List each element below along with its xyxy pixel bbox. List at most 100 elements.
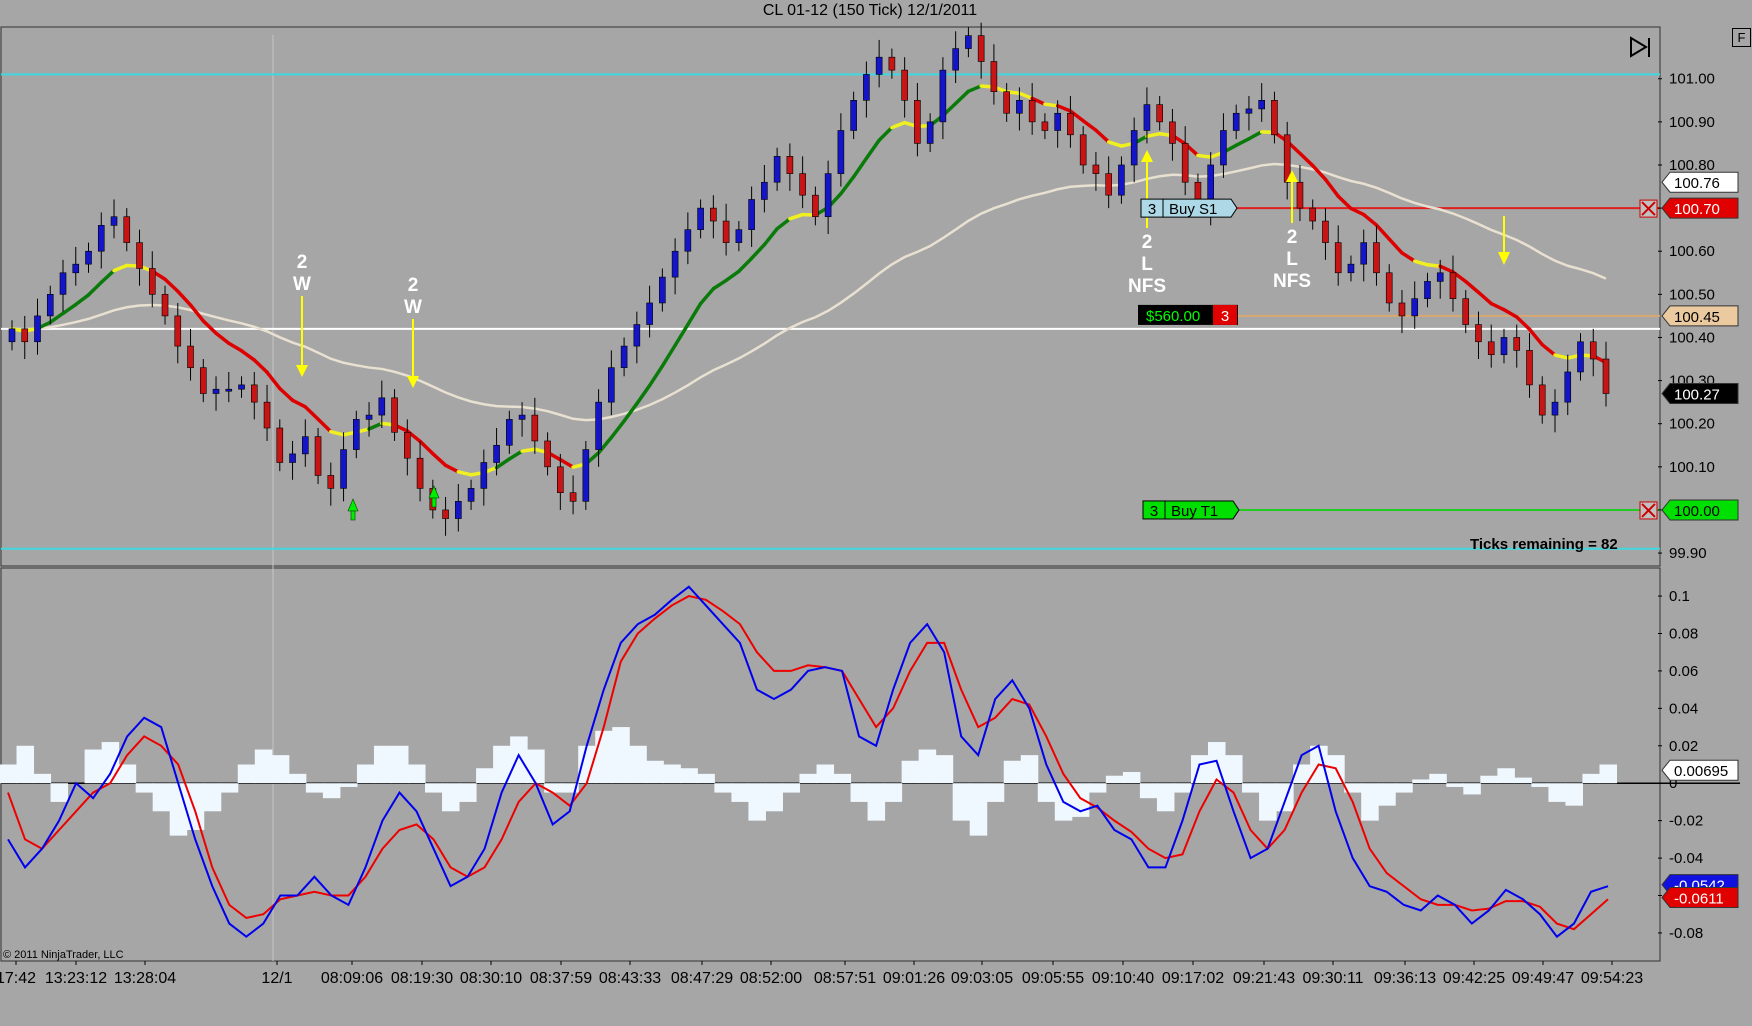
histogram-bar <box>986 783 1005 802</box>
candle-body <box>46 294 54 317</box>
price-tick-label: 100.60 <box>1669 243 1715 260</box>
fast-ma-segment <box>303 405 320 421</box>
candle-body <box>544 440 551 468</box>
histogram-bar <box>1446 783 1464 787</box>
histogram-bar <box>1003 760 1022 784</box>
candle-body <box>225 388 233 392</box>
fast-ma-segment <box>418 439 435 456</box>
fast-ma-segment <box>839 175 856 196</box>
indicator-tick-label: 0.02 <box>1669 738 1698 755</box>
histogram-bar <box>33 773 52 784</box>
fast-ma-segment <box>278 386 295 403</box>
fast-ma-segment <box>711 278 728 291</box>
histogram-bar <box>169 783 188 836</box>
time-axis-label: 12/1 <box>261 970 292 987</box>
fast-ma-segment <box>1094 128 1111 144</box>
candle-body <box>850 100 857 131</box>
histogram-bar <box>1361 783 1379 821</box>
candle-body <box>416 457 424 489</box>
fast-ma-segment <box>1043 102 1060 108</box>
indicator-tick-label: -0.04 <box>1669 850 1703 867</box>
time-axis-label: 17:42 <box>0 970 36 987</box>
fast-ma-segment <box>201 319 218 335</box>
time-axis-label: 08:52:00 <box>740 970 802 987</box>
time-axis-label: 13:23:12 <box>45 970 107 987</box>
candle-body <box>276 427 284 463</box>
histogram-bar <box>288 773 307 784</box>
candle-body <box>1041 121 1049 131</box>
indicator-main-line <box>7 585 1609 939</box>
candle-body <box>761 181 768 200</box>
candle-body <box>1003 91 1010 114</box>
indicator-tick-label: 0.04 <box>1669 700 1698 717</box>
candle-body <box>531 414 539 442</box>
annotation-label: 2 <box>297 252 308 273</box>
order-marker[interactable]: 3 Buy T1 <box>1142 500 1240 520</box>
fast-ma-segment <box>877 125 894 142</box>
histogram-bar <box>918 749 937 784</box>
histogram-bar <box>1565 783 1583 806</box>
price-chart[interactable]: 2W 2W2LNFS2LNFS 3 Buy S13 Buy T1$560.00 3 10… <box>0 0 1740 1026</box>
histogram-bar <box>1497 768 1515 784</box>
fast-ma-segment <box>1489 301 1506 312</box>
candle-body <box>301 436 309 455</box>
candle-body <box>620 345 628 368</box>
fast-ma-segment <box>724 269 741 283</box>
fast-ma-segment <box>647 364 665 388</box>
price-marker-label: 100.70 <box>1674 201 1720 218</box>
histogram-bar <box>1242 783 1260 793</box>
price-marker-label: -0.0611 <box>1674 891 1724 908</box>
candle-body <box>97 225 105 252</box>
histogram-bar <box>0 764 18 784</box>
candle-body <box>1130 130 1138 166</box>
fast-ma-segment <box>1247 130 1264 141</box>
candle-body <box>646 302 653 325</box>
time-axis-label: 09:54:23 <box>1581 970 1643 987</box>
candle-body <box>59 272 67 295</box>
candle-body <box>1449 272 1457 299</box>
histogram-bar <box>1139 783 1158 799</box>
histogram-bar <box>237 764 256 784</box>
annotation-label: 2 <box>408 275 419 296</box>
histogram-bar <box>510 736 528 784</box>
candle-body <box>314 436 322 476</box>
time-axis-label: 08:57:51 <box>814 970 876 987</box>
indicator-tick-label: 0.06 <box>1669 663 1698 680</box>
candle-body <box>1245 108 1253 114</box>
candle-body <box>404 432 411 459</box>
candle-body <box>327 475 335 489</box>
candle-body <box>1232 112 1240 131</box>
histogram-bar <box>1225 755 1243 784</box>
order-marker[interactable]: 3 Buy S1 <box>1140 198 1238 218</box>
indicator-tick-label: -0.08 <box>1669 925 1703 942</box>
histogram-bar <box>1105 775 1124 784</box>
price-tick-label: 100.80 <box>1669 157 1715 174</box>
green-up-arrow <box>347 498 359 512</box>
candle-body <box>1436 272 1444 282</box>
fast-ma-segment <box>953 89 971 106</box>
histogram-bar <box>748 783 766 821</box>
histogram-bar <box>373 745 392 784</box>
candle-body <box>8 328 16 343</box>
fast-ma-segment <box>61 302 78 316</box>
fast-ma-segment <box>1553 353 1570 360</box>
histogram-bar <box>101 742 120 784</box>
fast-ma-segment <box>176 289 193 307</box>
fast-ma-segment <box>1196 153 1213 159</box>
candle-body <box>939 69 947 123</box>
candle-body <box>926 121 934 144</box>
fast-ma-segment <box>762 227 779 247</box>
fast-ma-segment <box>520 447 537 453</box>
candle-body <box>837 130 845 174</box>
indicator-signal-line <box>7 595 1609 931</box>
time-axis-label: 08:47:29 <box>671 970 733 987</box>
fast-ma-segment <box>1463 279 1481 295</box>
fast-ma-segment <box>1106 140 1124 148</box>
time-axis-label: 08:43:33 <box>599 970 661 987</box>
candle-body <box>110 216 118 226</box>
histogram-bar <box>1259 783 1277 821</box>
candle-body <box>1424 281 1431 299</box>
fast-ma-segment <box>1476 290 1493 306</box>
fast-ma-segment <box>851 156 869 179</box>
candle-body <box>1589 341 1597 360</box>
